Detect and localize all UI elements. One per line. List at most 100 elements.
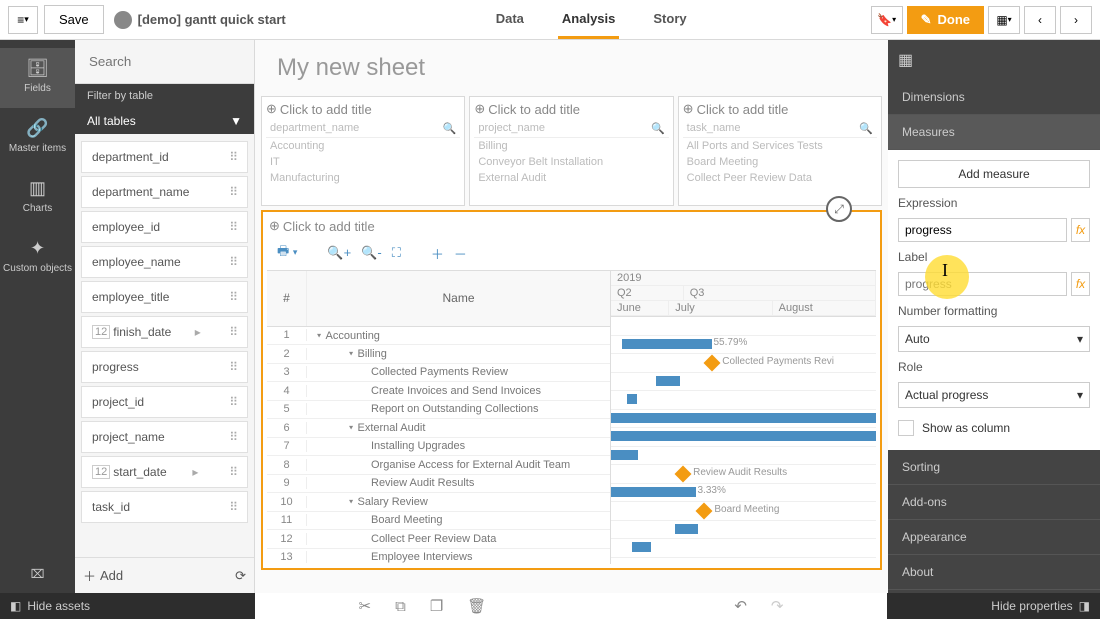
- milestone-diamond[interactable]: [675, 466, 692, 483]
- add-measure-button[interactable]: Add measure: [898, 160, 1090, 188]
- list-item[interactable]: IT: [266, 154, 460, 170]
- nav-master-items[interactable]: 🔗 Master items: [0, 108, 75, 168]
- cut-icon[interactable]: ✂: [359, 597, 372, 615]
- gantt-row[interactable]: 5Report on Outstanding Collections: [267, 401, 610, 420]
- add-field-bar[interactable]: ＋ Add ⟳: [75, 557, 254, 593]
- list-item[interactable]: Manufacturing: [266, 170, 460, 186]
- filter-card[interactable]: ⊕ Click to add titledepartment_name🔍Acco…: [261, 96, 465, 206]
- gantt-row[interactable]: 7Installing Upgrades: [267, 438, 610, 457]
- prev-sheet-button[interactable]: ‹: [1024, 6, 1056, 34]
- fit-icon[interactable]: ⛶: [392, 245, 401, 261]
- tab-story[interactable]: Story: [649, 1, 690, 39]
- tab-analysis[interactable]: Analysis: [558, 1, 619, 39]
- field-item[interactable]: progress⠿: [81, 351, 248, 383]
- gantt-row[interactable]: 13Employee Interviews: [267, 549, 610, 565]
- sheets-button[interactable]: ▦▾: [988, 6, 1020, 34]
- number-formatting-select[interactable]: Auto ▾: [898, 326, 1090, 352]
- copy-icon[interactable]: ⧉: [395, 598, 406, 615]
- gantt-row[interactable]: 12Collect Peer Review Data: [267, 530, 610, 549]
- card-title[interactable]: Click to add title: [697, 102, 789, 117]
- bookmark-button[interactable]: 🔖▾: [871, 6, 903, 34]
- done-button[interactable]: ✎ Done: [907, 6, 984, 34]
- list-item[interactable]: Accounting: [266, 138, 460, 154]
- gantt-bar[interactable]: [675, 524, 699, 534]
- gantt-bar[interactable]: 55.79%: [622, 339, 712, 349]
- nav-variable[interactable]: ⌧: [19, 555, 57, 593]
- gantt-card[interactable]: ⊕ Click to add title 🖶 ▾ 🔍+ 🔍- ⛶ ＋ － # N…: [261, 210, 882, 570]
- nav-custom-objects[interactable]: ✦ Custom objects: [0, 228, 75, 288]
- collapse-icon[interactable]: －: [454, 244, 467, 263]
- gantt-row[interactable]: 6External Audit: [267, 419, 610, 438]
- undo-icon[interactable]: ↶: [734, 597, 747, 615]
- next-sheet-button[interactable]: ›: [1060, 6, 1092, 34]
- field-item[interactable]: task_id⠿: [81, 491, 248, 523]
- role-select[interactable]: Actual progress ▾: [898, 382, 1090, 408]
- gantt-row[interactable]: 1Accounting: [267, 327, 610, 346]
- hide-assets-bar[interactable]: ◧ Hide assets: [0, 593, 255, 619]
- list-item[interactable]: Billing: [474, 138, 668, 154]
- section-addons[interactable]: Add-ons: [888, 485, 1100, 520]
- gantt-bar[interactable]: [611, 413, 876, 423]
- label-input[interactable]: [898, 272, 1067, 296]
- expression-input[interactable]: [898, 218, 1067, 242]
- list-item[interactable]: Board Meeting: [683, 154, 877, 170]
- print-icon[interactable]: 🖶 ▾: [277, 242, 297, 264]
- gantt-row[interactable]: 3Collected Payments Review: [267, 364, 610, 383]
- field-item[interactable]: project_name⠿: [81, 421, 248, 453]
- expand-viz-button[interactable]: ⤢: [826, 196, 852, 222]
- card-title[interactable]: Click to add title: [280, 102, 372, 117]
- list-item[interactable]: External Audit: [474, 170, 668, 186]
- filter-card[interactable]: ⊕ Click to add titletask_name🔍All Ports …: [678, 96, 882, 206]
- field-item[interactable]: employee_title⠿: [81, 281, 248, 313]
- section-appearance[interactable]: Appearance: [888, 520, 1100, 555]
- field-item[interactable]: 12start_date▸⠿: [81, 456, 248, 488]
- field-item[interactable]: department_name⠿: [81, 176, 248, 208]
- section-dimensions[interactable]: Dimensions: [888, 80, 1100, 115]
- field-item[interactable]: employee_id⠿: [81, 211, 248, 243]
- filter-card[interactable]: ⊕ Click to add titleproject_name🔍Billing…: [469, 96, 673, 206]
- show-as-column-row[interactable]: Show as column: [898, 416, 1090, 440]
- gantt-row[interactable]: 8Organise Access for External Audit Team: [267, 456, 610, 475]
- gantt-bar[interactable]: [611, 431, 876, 441]
- section-sorting[interactable]: Sorting: [888, 450, 1100, 485]
- section-measures[interactable]: Measures: [888, 115, 1100, 150]
- menu-button[interactable]: ≡ ▾: [8, 6, 38, 34]
- field-item[interactable]: project_id⠿: [81, 386, 248, 418]
- list-item[interactable]: Conveyor Belt Installation: [474, 154, 668, 170]
- card-title[interactable]: Click to add title: [488, 102, 580, 117]
- tab-data[interactable]: Data: [492, 1, 528, 39]
- gantt-row[interactable]: 4Create Invoices and Send Invoices: [267, 382, 610, 401]
- gantt-title-placeholder[interactable]: ⊕ Click to add title: [267, 216, 876, 236]
- refresh-icon[interactable]: ⟳: [235, 568, 246, 584]
- fx-label-button[interactable]: fx: [1071, 272, 1090, 296]
- gantt-bar[interactable]: [656, 376, 680, 386]
- redo-icon[interactable]: ↷: [771, 597, 784, 615]
- gantt-row[interactable]: 2Billing: [267, 345, 610, 364]
- sheet-title[interactable]: My new sheet: [255, 40, 888, 96]
- milestone-diamond[interactable]: [696, 503, 713, 520]
- zoom-in-icon[interactable]: 🔍+: [327, 245, 351, 261]
- gantt-bar[interactable]: 3.33%: [611, 487, 696, 497]
- list-item[interactable]: All Ports and Services Tests: [683, 138, 877, 154]
- field-item[interactable]: employee_name⠿: [81, 246, 248, 278]
- gantt-row[interactable]: 11Board Meeting: [267, 512, 610, 531]
- search-input[interactable]: [83, 48, 246, 75]
- nav-fields[interactable]: 🗄 Fields: [0, 48, 75, 108]
- gantt-bar[interactable]: [611, 450, 638, 460]
- milestone-diamond[interactable]: [704, 355, 721, 372]
- gantt-bar[interactable]: [632, 542, 651, 552]
- show-as-column-checkbox[interactable]: [898, 420, 914, 436]
- expand-icon[interactable]: ＋: [431, 244, 444, 263]
- paste-icon[interactable]: ❐: [430, 597, 443, 615]
- gantt-bar[interactable]: [627, 394, 638, 404]
- save-button[interactable]: Save: [44, 5, 104, 34]
- gantt-row[interactable]: 10Salary Review: [267, 493, 610, 512]
- section-about[interactable]: About: [888, 555, 1100, 590]
- field-item[interactable]: 12finish_date▸⠿: [81, 316, 248, 348]
- delete-icon[interactable]: 🗑: [467, 597, 486, 615]
- tables-dropdown[interactable]: All tables ▼: [75, 108, 254, 134]
- list-item[interactable]: Collect Peer Review Data: [683, 170, 877, 186]
- fx-expression-button[interactable]: fx: [1071, 218, 1090, 242]
- hide-properties-bar[interactable]: Hide properties ◨: [887, 593, 1100, 619]
- field-item[interactable]: department_id⠿: [81, 141, 248, 173]
